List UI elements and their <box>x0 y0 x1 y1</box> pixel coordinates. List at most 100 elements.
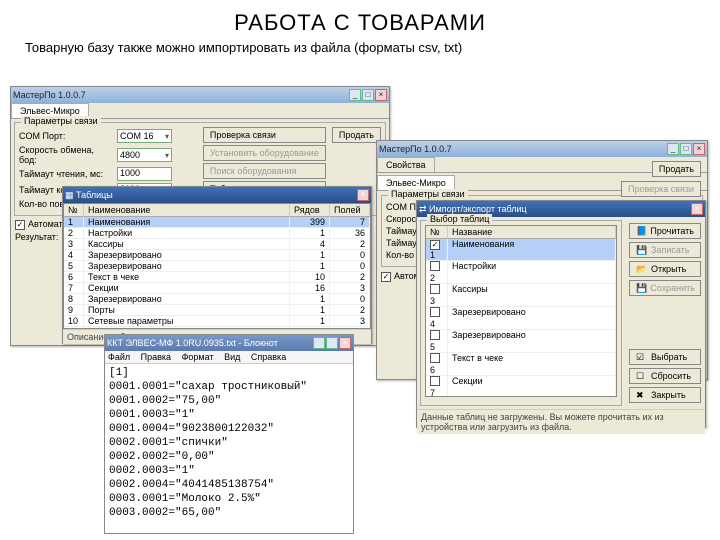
col-num: № <box>64 204 84 216</box>
table-row[interactable]: 7Секции163 <box>64 283 370 294</box>
col-num: № <box>426 226 448 238</box>
window-title: ККТ ЭЛBEC-МФ 1.0RU.0935.txt - Блокнот <box>107 338 278 348</box>
minimize-icon[interactable]: _ <box>313 337 325 349</box>
titlebar[interactable]: ККТ ЭЛBEC-МФ 1.0RU.0935.txt - Блокнот _□… <box>105 335 353 351</box>
save-button[interactable]: 💾Сохранить <box>629 280 701 296</box>
window-import-export: ⇄ Импорт/экспорт таблиц × Выбор таблиц №… <box>416 200 706 428</box>
minimize-icon[interactable]: _ <box>349 89 361 101</box>
window-title: Таблицы <box>76 190 113 200</box>
close-icon[interactable]: × <box>357 189 369 201</box>
row-checkbox[interactable] <box>430 261 440 271</box>
titlebar[interactable]: ▦ Таблицы × <box>63 187 371 203</box>
sell-button[interactable]: Продать <box>652 161 701 177</box>
label-com-port: COM Порт: <box>19 131 114 141</box>
table-row[interactable]: 8Зарезервировано10 <box>64 294 370 305</box>
tab-properties[interactable]: Свойства <box>377 157 435 172</box>
row-checkbox[interactable] <box>430 330 440 340</box>
com-port-select[interactable]: COM 16 <box>117 129 172 143</box>
open-button[interactable]: 📂Открыть <box>629 261 701 277</box>
tab-elves-micro[interactable]: Эльвес-Микро <box>377 175 455 190</box>
select-button[interactable]: ☑Выбрать <box>629 349 701 365</box>
table-row[interactable]: 2Настройки136 <box>64 228 370 239</box>
list-item[interactable]: 7Секции <box>426 376 616 397</box>
close-icon[interactable]: × <box>693 143 705 155</box>
maximize-icon[interactable]: □ <box>680 143 692 155</box>
maximize-icon[interactable]: □ <box>362 89 374 101</box>
reset-icon: ☐ <box>636 371 648 381</box>
window-notepad: ККТ ЭЛBEC-МФ 1.0RU.0935.txt - Блокнот _□… <box>104 334 354 534</box>
status-text: Данные таблиц не загружены. Вы можете пр… <box>417 409 705 434</box>
set-equipment-button[interactable]: Установить оборудование <box>203 145 326 161</box>
close-icon[interactable]: × <box>339 337 351 349</box>
reset-button[interactable]: ☐Сбросить <box>629 368 701 384</box>
read-timeout-input[interactable]: 1000 <box>117 167 172 181</box>
close-icon[interactable]: × <box>691 203 703 215</box>
table-row[interactable]: 6Текст в чеке102 <box>64 272 370 283</box>
tables-grid[interactable]: № Наименование Рядов Полей 1Наименования… <box>63 203 371 329</box>
table-row[interactable]: 10Сетевые параметры13 <box>64 316 370 327</box>
minimize-icon[interactable]: _ <box>667 143 679 155</box>
close-icon[interactable]: × <box>375 89 387 101</box>
col-fields: Полей <box>330 204 370 216</box>
row-checkbox[interactable] <box>430 307 440 317</box>
window-tables: ▦ Таблицы × № Наименование Рядов Полей 1… <box>62 186 372 344</box>
group-label: Выбор таблиц <box>427 214 492 224</box>
tables-icon: ▦ <box>65 190 76 200</box>
select-icon: ☑ <box>636 352 648 362</box>
import-table-list[interactable]: № Название 1Наименования2Настройки3Касси… <box>425 225 617 397</box>
row-checkbox[interactable] <box>430 284 440 294</box>
table-row[interactable]: 9Порты12 <box>64 305 370 316</box>
menu-edit[interactable]: Правка <box>141 352 171 362</box>
check-connection-button[interactable]: Проверка связи <box>203 127 326 143</box>
auto-checkbox[interactable] <box>15 220 25 230</box>
notepad-menu[interactable]: Файл Правка Формат Вид Справка <box>105 351 353 364</box>
read-button[interactable]: 📘Прочитать <box>629 223 701 239</box>
slide-title: РАБОТА С ТОВАРАМИ <box>0 0 720 40</box>
col-name: Наименование <box>84 204 290 216</box>
list-item[interactable]: 4Зарезервировано <box>426 307 616 330</box>
window-title: Импорт/экспорт таблиц <box>429 204 527 214</box>
table-row[interactable]: 3Кассиры42 <box>64 239 370 250</box>
col-rows: Рядов <box>290 204 330 216</box>
sell-button[interactable]: Продать <box>332 127 381 143</box>
group-label: Параметры связи <box>21 116 101 126</box>
menu-help[interactable]: Справка <box>251 352 286 362</box>
list-item[interactable]: 2Настройки <box>426 261 616 284</box>
save-icon: 💾 <box>636 283 647 293</box>
read-icon: 📘 <box>636 226 647 236</box>
close-icon: ✖ <box>636 390 648 400</box>
menu-file[interactable]: Файл <box>108 352 130 362</box>
slide-subtitle: Товарную базу также можно импортировать … <box>0 40 720 63</box>
write-icon: 💾 <box>636 245 648 255</box>
close-button[interactable]: ✖Закрыть <box>629 387 701 403</box>
row-checkbox[interactable] <box>430 376 440 386</box>
menu-format[interactable]: Формат <box>182 352 214 362</box>
auto-checkbox[interactable] <box>381 272 391 282</box>
col-name: Название <box>448 226 616 238</box>
import-icon: ⇄ <box>419 204 429 214</box>
label-read-timeout: Таймаут чтения, мс: <box>19 169 114 179</box>
open-icon: 📂 <box>636 264 648 274</box>
notepad-content[interactable]: [1] 0001.0001="сахар тростниковый" 0001.… <box>105 364 353 522</box>
window-title: МастерПо 1.0.0.7 <box>13 90 86 100</box>
label-baud: Скорость обмена, бод: <box>19 145 114 165</box>
menu-view[interactable]: Вид <box>224 352 240 362</box>
baud-select[interactable]: 4800 <box>117 148 172 162</box>
table-row[interactable]: 1Наименования3997 <box>64 217 370 228</box>
titlebar[interactable]: МастерПо 1.0.0.7 _□× <box>377 141 707 157</box>
titlebar[interactable]: МастерПо 1.0.0.7 _ □ × <box>11 87 389 103</box>
list-item[interactable]: 3Кассиры <box>426 284 616 307</box>
table-row[interactable]: 4Зарезервировано10 <box>64 250 370 261</box>
group-label: Параметры связи <box>388 189 468 199</box>
find-equipment-button[interactable]: Поиск оборудования <box>203 163 326 179</box>
write-button[interactable]: 💾Записать <box>629 242 701 258</box>
check-connection-button[interactable]: Проверка связи <box>621 181 701 197</box>
row-checkbox[interactable] <box>430 353 440 363</box>
maximize-icon[interactable]: □ <box>326 337 338 349</box>
list-item[interactable]: 6Текст в чеке <box>426 353 616 376</box>
row-checkbox[interactable] <box>430 240 440 250</box>
window-title: МастерПо 1.0.0.7 <box>379 144 452 154</box>
list-item[interactable]: 5Зарезервировано <box>426 330 616 353</box>
list-item[interactable]: 1Наименования <box>426 239 616 261</box>
table-row[interactable]: 5Зарезервировано10 <box>64 261 370 272</box>
